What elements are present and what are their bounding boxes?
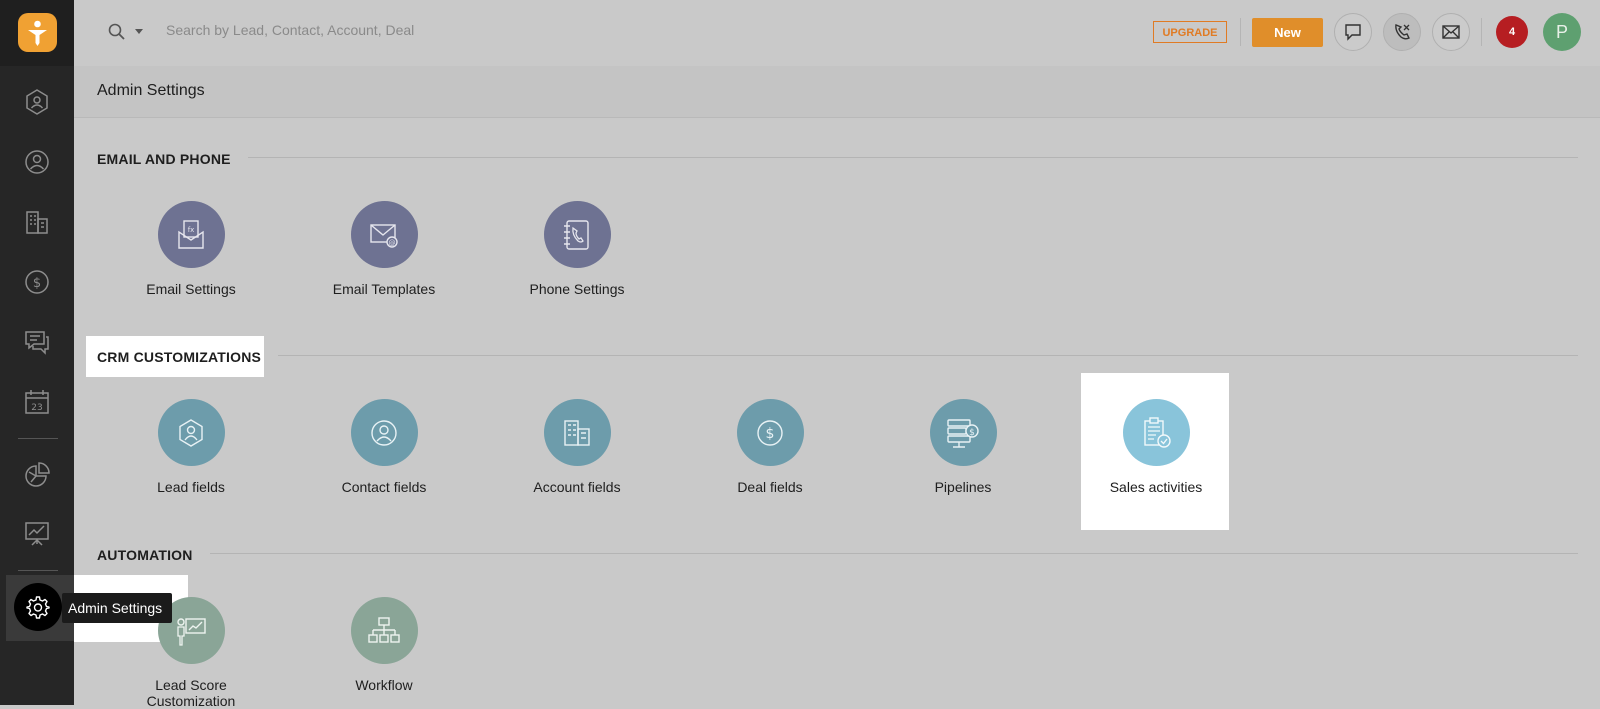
section-divider bbox=[278, 355, 1578, 356]
chevron-down-icon[interactable] bbox=[134, 28, 144, 35]
email-settings-tile[interactable]: fx Email Settings bbox=[117, 201, 265, 297]
page-title: Admin Settings bbox=[97, 82, 205, 99]
workflow-tile[interactable]: Workflow bbox=[310, 597, 458, 693]
search-icon[interactable] bbox=[108, 23, 126, 41]
avatar[interactable]: P bbox=[1543, 13, 1581, 51]
sidebar-divider bbox=[18, 570, 58, 571]
pipelines-tile[interactable]: $ Pipelines bbox=[889, 399, 1037, 495]
contact-icon bbox=[350, 399, 418, 466]
lead-icon[interactable] bbox=[23, 88, 51, 116]
phone-settings-tile[interactable]: Phone Settings bbox=[503, 201, 651, 297]
tile-label: Lead Score Customization bbox=[146, 677, 236, 709]
tile-label: Account fields bbox=[533, 479, 621, 495]
gear-icon bbox=[26, 596, 50, 619]
mail-icon bbox=[1442, 25, 1460, 39]
svg-text:$: $ bbox=[766, 426, 775, 442]
building-icon bbox=[543, 399, 611, 466]
logo-area bbox=[0, 0, 74, 66]
building-icon[interactable] bbox=[23, 208, 51, 236]
svg-text:23: 23 bbox=[31, 403, 42, 413]
tile-label: Email Settings bbox=[146, 281, 236, 297]
phone-off-icon bbox=[1395, 24, 1410, 40]
section-divider bbox=[248, 157, 1578, 158]
tile-label: Sales activities bbox=[1109, 479, 1203, 495]
page-header: Admin Settings bbox=[74, 66, 1600, 118]
section-divider bbox=[210, 553, 1578, 554]
svg-text:@: @ bbox=[389, 239, 396, 247]
tile-label: Deal fields bbox=[737, 479, 803, 495]
email-template-icon: @ bbox=[350, 201, 418, 268]
email-templates-tile[interactable]: @ Email Templates bbox=[310, 201, 458, 297]
calendar-icon[interactable]: 23 bbox=[23, 388, 51, 416]
tile-label: Workflow bbox=[355, 677, 413, 693]
pipeline-icon: $ bbox=[929, 399, 997, 466]
tile-label: Contact fields bbox=[341, 479, 427, 495]
section-title-email-phone: EMAIL AND PHONE bbox=[97, 151, 231, 167]
contact-fields-tile[interactable]: Contact fields bbox=[310, 399, 458, 495]
svg-text:$: $ bbox=[969, 428, 975, 438]
svg-text:$: $ bbox=[33, 276, 41, 291]
topbar-divider bbox=[1240, 18, 1241, 46]
search-input[interactable]: Search by Lead, Contact, Account, Deal bbox=[166, 22, 414, 38]
mail-button[interactable] bbox=[1432, 13, 1470, 51]
chat-icon bbox=[1345, 24, 1361, 41]
phone-button[interactable] bbox=[1383, 13, 1421, 51]
dollar-icon[interactable]: $ bbox=[23, 268, 51, 296]
account-fields-tile[interactable]: Account fields bbox=[503, 399, 651, 495]
presentation-icon[interactable] bbox=[23, 519, 51, 547]
email-settings-icon: fx bbox=[157, 201, 225, 268]
section-title-automation: AUTOMATION bbox=[97, 547, 193, 563]
svg-text:fx: fx bbox=[188, 226, 195, 234]
tile-label: Pipelines bbox=[934, 479, 992, 495]
phone-book-icon bbox=[543, 201, 611, 268]
sidebar-divider bbox=[18, 438, 58, 439]
app-logo[interactable] bbox=[18, 13, 57, 52]
sidebar-active-indicator[interactable] bbox=[14, 583, 62, 631]
pie-chart-icon[interactable] bbox=[23, 461, 51, 489]
upgrade-button[interactable]: UPGRADE bbox=[1153, 21, 1227, 43]
clipboard-check-icon bbox=[1122, 399, 1190, 466]
topbar-divider bbox=[1481, 18, 1482, 46]
new-button[interactable]: New bbox=[1252, 18, 1323, 47]
deal-fields-tile[interactable]: $ Deal fields bbox=[696, 399, 844, 495]
sales-activities-tile[interactable]: Sales activities bbox=[1082, 399, 1230, 495]
chat-icon[interactable] bbox=[23, 328, 51, 356]
tile-label: Phone Settings bbox=[529, 281, 625, 297]
tile-label: Lead fields bbox=[157, 479, 225, 495]
section-title-crm: CRM CUSTOMIZATIONS bbox=[97, 349, 262, 365]
contact-icon[interactable] bbox=[23, 148, 51, 176]
chat-button[interactable] bbox=[1334, 13, 1372, 51]
lead-fields-tile[interactable]: Lead fields bbox=[117, 399, 265, 495]
dollar-icon: $ bbox=[736, 399, 804, 466]
workflow-icon bbox=[350, 597, 418, 664]
notification-badge[interactable]: 4 bbox=[1496, 16, 1528, 48]
sidebar-tooltip: Admin Settings bbox=[62, 593, 173, 623]
lead-icon bbox=[157, 399, 225, 466]
tile-label: Email Templates bbox=[332, 281, 436, 297]
